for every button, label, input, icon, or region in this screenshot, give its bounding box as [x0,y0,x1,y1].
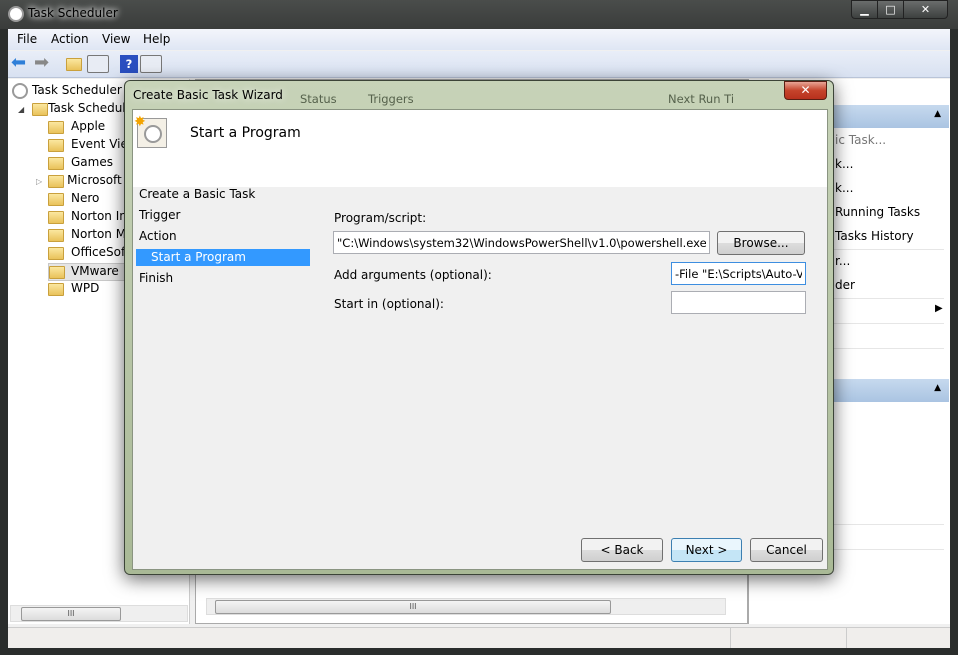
create-basic-task-wizard: Create Basic Task Wizard ✕ ✸ Start a Pro… [124,80,834,575]
tree-item-officesoft[interactable]: OfficeSoft [48,245,130,263]
tree-item-library[interactable]: ◢ Task Schedule [18,101,133,119]
folder-icon [48,283,64,296]
folder-clock-icon [32,103,48,116]
program-script-input[interactable] [333,231,710,254]
cancel-button[interactable]: Cancel [750,538,823,562]
menu-file[interactable]: File [17,32,37,46]
action-import-task[interactable]: k... [835,181,853,195]
nav-trigger: Trigger [139,208,181,222]
dialog-title: Create Basic Task Wizard [133,88,283,102]
action-create-task[interactable]: k... [835,157,853,171]
browse-button[interactable]: Browse... [717,231,805,255]
back-icon[interactable]: ⬅ [11,54,29,73]
add-arguments-label: Add arguments (optional): [334,268,492,282]
add-arguments-input[interactable] [671,262,806,285]
next-button[interactable]: Next > [671,538,742,562]
start-in-input[interactable] [671,291,806,314]
action-display-running-tasks[interactable]: Running Tasks [835,205,920,219]
folder-icon [48,229,64,242]
status-bar [8,627,950,648]
back-button[interactable]: < Back [581,538,663,562]
folder-icon [49,266,65,279]
tree-item-microsoft[interactable]: ▷ Microsoft [36,173,122,191]
menu-action[interactable]: Action [51,32,89,46]
start-in-label: Start in (optional): [334,297,444,311]
folder-icon [48,121,64,134]
window-title: Task Scheduler [28,6,118,20]
help-icon[interactable]: ? [120,55,138,73]
tree-item-root[interactable]: Task Scheduler (L [12,83,137,101]
forward-icon[interactable]: ➡ [34,54,52,73]
dialog-close-button[interactable]: ✕ [784,81,827,100]
maximize-button[interactable]: □ [877,0,904,19]
wizard-heading: Start a Program [190,125,301,141]
column-triggers[interactable]: Triggers [368,92,414,106]
minimize-button[interactable]: ▁ [851,0,878,19]
menu-help[interactable]: Help [143,32,170,46]
action-new-folder[interactable]: r... [835,254,850,268]
collapse-icon[interactable]: ▲ [934,109,941,119]
nav-finish: Finish [139,271,174,285]
folder-icon [48,193,64,206]
tree-item-norton-m[interactable]: Norton M [48,227,126,245]
action-delete-folder[interactable]: der [835,278,855,292]
column-next-run[interactable]: Next Run Ti [668,92,734,106]
folder-icon [48,157,64,170]
tree-item-games[interactable]: Games [48,155,113,173]
nav-start-a-program: Start a Program [136,249,310,266]
menu-bar: File Action View Help [8,29,950,50]
nav-action: Action [139,229,177,243]
tree-item-wpd[interactable]: WPD [48,281,99,299]
folder-icon [48,175,64,188]
tree-horizontal-scrollbar[interactable]: III [10,605,188,622]
close-button[interactable]: ✕ [903,0,948,19]
folder-icon [48,139,64,152]
up-folder-icon[interactable] [66,58,82,71]
tree-item-apple[interactable]: Apple [48,119,105,137]
collapsed-arrow-icon[interactable]: ▷ [36,177,42,186]
toolbar: ⬅ ➡ ? [8,51,950,78]
task-list-horizontal-scrollbar[interactable]: III [206,598,726,615]
tree-item-nero[interactable]: Nero [48,191,99,209]
title-bar: Task Scheduler ▁ □ ✕ [0,0,958,29]
clock-icon [12,83,28,99]
folder-icon [48,247,64,260]
menu-view[interactable]: View [102,32,130,46]
scroll-thumb[interactable]: III [215,600,611,614]
clock-icon [8,6,24,22]
submenu-arrow-icon[interactable]: ▶ [935,303,943,314]
nav-create-basic-task: Create a Basic Task [139,187,256,201]
task-wizard-icon: ✸ [134,114,167,148]
folder-icon [48,211,64,224]
action-create-basic-task[interactable]: ic Task... [835,133,886,147]
program-script-label: Program/script: [334,211,427,225]
collapse-icon[interactable]: ▲ [934,383,941,393]
action-enable-tasks-history[interactable]: Tasks History [835,229,914,243]
wizard-header: ✸ Start a Program [133,110,827,187]
expanded-arrow-icon[interactable]: ◢ [18,105,24,114]
scroll-thumb[interactable]: III [21,607,121,621]
show-hide-console-tree-icon[interactable] [87,55,109,73]
tree-item-norton-int[interactable]: Norton Int [48,209,132,227]
show-hide-action-pane-icon[interactable] [140,55,162,73]
dialog-body: ✸ Start a Program Create a Basic Task Tr… [132,109,828,570]
column-status[interactable]: Status [300,92,337,106]
